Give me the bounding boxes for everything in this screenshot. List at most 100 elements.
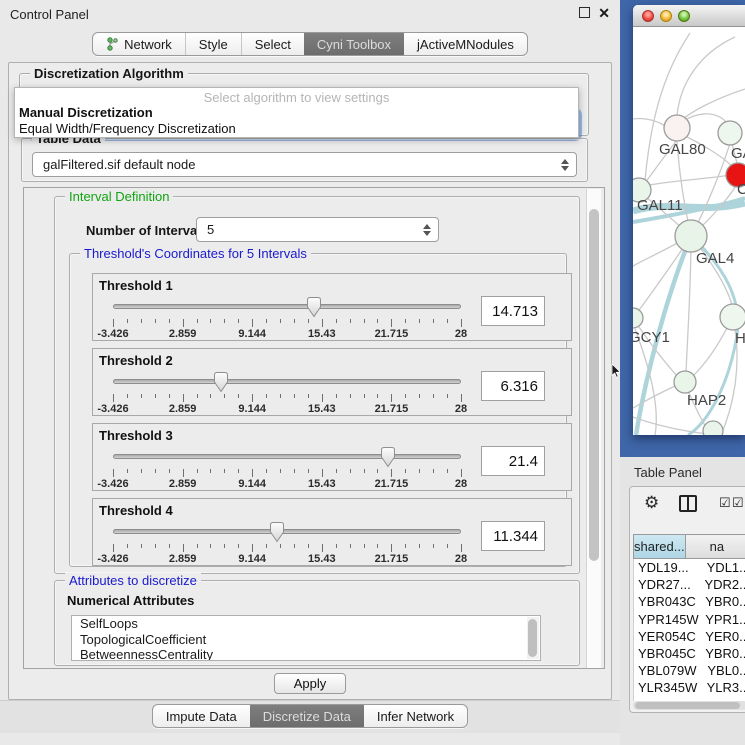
combo-stepper-icon bbox=[423, 224, 431, 236]
table-row[interactable]: YDL19...YDL1... bbox=[634, 559, 745, 576]
table-hscrollbar[interactable] bbox=[633, 701, 745, 710]
network-canvas[interactable]: GAL80 GA C GAL11 GAL4 GCY1 H HAP2 bbox=[633, 27, 745, 435]
threshold-value-field[interactable] bbox=[481, 521, 545, 551]
tab-infer-network[interactable]: Infer Network bbox=[364, 705, 467, 727]
table-row[interactable]: YLR345WYLR3... bbox=[634, 679, 745, 696]
table-data-group: Table Data galFiltered.sif default node bbox=[21, 138, 588, 182]
numerical-attributes-label: Numerical Attributes bbox=[67, 593, 194, 608]
network-node-gal4[interactable] bbox=[675, 220, 707, 252]
table-settings-button[interactable]: ⚙ bbox=[644, 493, 659, 513]
attributes-list[interactable]: SelfLoopsTopologicalCoefficientBetweenne… bbox=[71, 615, 541, 661]
network-node-top-right[interactable] bbox=[718, 121, 742, 145]
tick-label: 9.144 bbox=[238, 328, 266, 340]
float-window-button[interactable] bbox=[579, 6, 590, 21]
tick-label: -3.426 bbox=[97, 553, 128, 565]
threshold-panel: Threshold 3 -3.4262.8599.14415.4321.7152… bbox=[92, 423, 572, 491]
svg-text:GAL80: GAL80 bbox=[659, 141, 706, 158]
tab-style[interactable]: Style bbox=[185, 33, 241, 55]
slider-track[interactable] bbox=[113, 529, 461, 534]
dropdown-option-equal-width[interactable]: Equal Width/Frequency Discretization bbox=[15, 121, 578, 137]
network-node-gal80[interactable] bbox=[664, 115, 690, 141]
table-row[interactable]: YBR045CYBR0... bbox=[634, 645, 745, 662]
slider-ticks bbox=[113, 469, 461, 478]
slider-tick-labels: -3.4262.8599.14415.4321.71528 bbox=[113, 478, 461, 490]
number-of-intervals-combobox[interactable]: 5 bbox=[196, 217, 439, 242]
list-item[interactable]: SelfLoops bbox=[72, 616, 540, 632]
thresholds-group: Threshold's Coordinates for 5 Intervals … bbox=[69, 253, 567, 567]
svg-text:GA: GA bbox=[731, 145, 745, 162]
slider-track[interactable] bbox=[113, 379, 461, 384]
column-header-shared-name[interactable]: shared... bbox=[633, 534, 686, 559]
slider-tick-labels: -3.4262.8599.14415.4321.71528 bbox=[113, 328, 461, 340]
table-row[interactable]: YDR27...YDR2... bbox=[634, 576, 745, 593]
threshold-value-field[interactable] bbox=[481, 371, 545, 401]
cyni-bottom-tabs: Impute Data Discretize Data Infer Networ… bbox=[0, 704, 620, 728]
cyni-toolbox-panel: Discretization Algorithm Select algorith… bbox=[8, 62, 612, 700]
slider-track[interactable] bbox=[113, 454, 461, 459]
select-all-button[interactable]: ☑ bbox=[719, 495, 731, 511]
apply-button[interactable]: Apply bbox=[274, 673, 346, 694]
dropdown-option-manual[interactable]: Manual Discretization bbox=[15, 105, 578, 121]
list-scrollbar-thumb[interactable] bbox=[528, 619, 537, 657]
threshold-value-field[interactable] bbox=[481, 296, 545, 326]
settings-scrollbar[interactable] bbox=[586, 189, 601, 668]
slider-thumb[interactable] bbox=[212, 371, 230, 393]
table-panel: Table Panel ⚙ ☑ ☑ shared... na YDL19...Y… bbox=[620, 457, 745, 745]
close-window-icon[interactable] bbox=[642, 10, 654, 22]
table-row[interactable]: YPR145WYPR1... bbox=[634, 611, 745, 628]
attributes-group: Attributes to discretize Numerical Attri… bbox=[54, 580, 580, 666]
tick-label: 21.715 bbox=[375, 403, 409, 415]
table-toolbar: ⚙ ☑ ☑ bbox=[630, 493, 745, 517]
table-hscrollbar-thumb[interactable] bbox=[635, 702, 740, 709]
zoom-window-icon[interactable] bbox=[678, 10, 690, 22]
close-icon: ✕ bbox=[598, 5, 610, 21]
network-node-gcy1[interactable] bbox=[633, 308, 643, 328]
tab-discretize-data[interactable]: Discretize Data bbox=[250, 705, 364, 727]
column-header-name[interactable]: na bbox=[686, 534, 745, 559]
list-item[interactable]: TopologicalCoefficient bbox=[72, 632, 540, 648]
table-data-combobox[interactable]: galFiltered.sif default node bbox=[32, 152, 577, 177]
table-header: shared... na bbox=[633, 534, 745, 559]
tab-jactivemnodules[interactable]: jActiveMNodules bbox=[404, 33, 527, 55]
threshold-panel: Threshold 4 -3.4262.8599.14415.4321.7152… bbox=[92, 498, 572, 566]
interval-definition-title: Interval Definition bbox=[65, 189, 173, 204]
tick-label: 28 bbox=[455, 403, 467, 415]
slider-thumb[interactable] bbox=[379, 446, 397, 468]
gear-icon: ⚙ bbox=[644, 493, 659, 512]
threshold-panel: Threshold 1 -3.4262.8599.14415.4321.7152… bbox=[92, 273, 572, 341]
tab-network[interactable]: Network bbox=[93, 33, 185, 55]
slider-thumb[interactable] bbox=[305, 296, 323, 318]
threshold-value-field[interactable] bbox=[481, 446, 545, 476]
checkbox-icon: ☑ bbox=[719, 495, 731, 510]
svg-text:GAL11: GAL11 bbox=[637, 197, 683, 214]
network-icon bbox=[106, 37, 119, 51]
column-layout-button[interactable] bbox=[679, 495, 697, 512]
table-row[interactable]: YBL079WYBL0... bbox=[634, 662, 745, 679]
slider-thumb[interactable] bbox=[268, 521, 286, 543]
select-column-button[interactable]: ☑ bbox=[732, 495, 744, 511]
tick-label: -3.426 bbox=[97, 478, 128, 490]
minimize-window-icon[interactable] bbox=[660, 10, 672, 22]
tick-label: 15.43 bbox=[308, 553, 336, 565]
tab-impute-data[interactable]: Impute Data bbox=[153, 705, 250, 727]
list-item[interactable]: BetweennessCentrality bbox=[72, 647, 540, 661]
threshold-panel: Threshold 2 -3.4262.8599.14415.4321.7152… bbox=[92, 348, 572, 416]
table-row[interactable]: YBR043CYBR0... bbox=[634, 593, 745, 610]
network-node-h[interactable] bbox=[720, 304, 745, 330]
close-panel-button[interactable]: ✕ bbox=[598, 6, 610, 21]
network-window-titlebar[interactable] bbox=[633, 5, 745, 27]
network-node-bottom-partial[interactable] bbox=[703, 421, 723, 435]
slider-track[interactable] bbox=[113, 304, 461, 309]
settings-scrollbar-thumb[interactable] bbox=[589, 209, 599, 561]
tick-label: 21.715 bbox=[375, 553, 409, 565]
list-scrollbar[interactable] bbox=[527, 617, 539, 659]
network-view-window: GAL80 GA C GAL11 GAL4 GCY1 H HAP2 bbox=[633, 5, 745, 435]
number-of-intervals-value: 5 bbox=[207, 222, 214, 237]
tick-label: 15.43 bbox=[308, 478, 336, 490]
tab-cyni-toolbox[interactable]: Cyni Toolbox bbox=[304, 33, 404, 55]
network-node-hap2[interactable] bbox=[674, 371, 696, 393]
tick-label: 2.859 bbox=[169, 553, 197, 565]
tab-select[interactable]: Select bbox=[241, 33, 304, 55]
tick-label: 28 bbox=[455, 478, 467, 490]
table-row[interactable]: YER054CYER0... bbox=[634, 628, 745, 645]
